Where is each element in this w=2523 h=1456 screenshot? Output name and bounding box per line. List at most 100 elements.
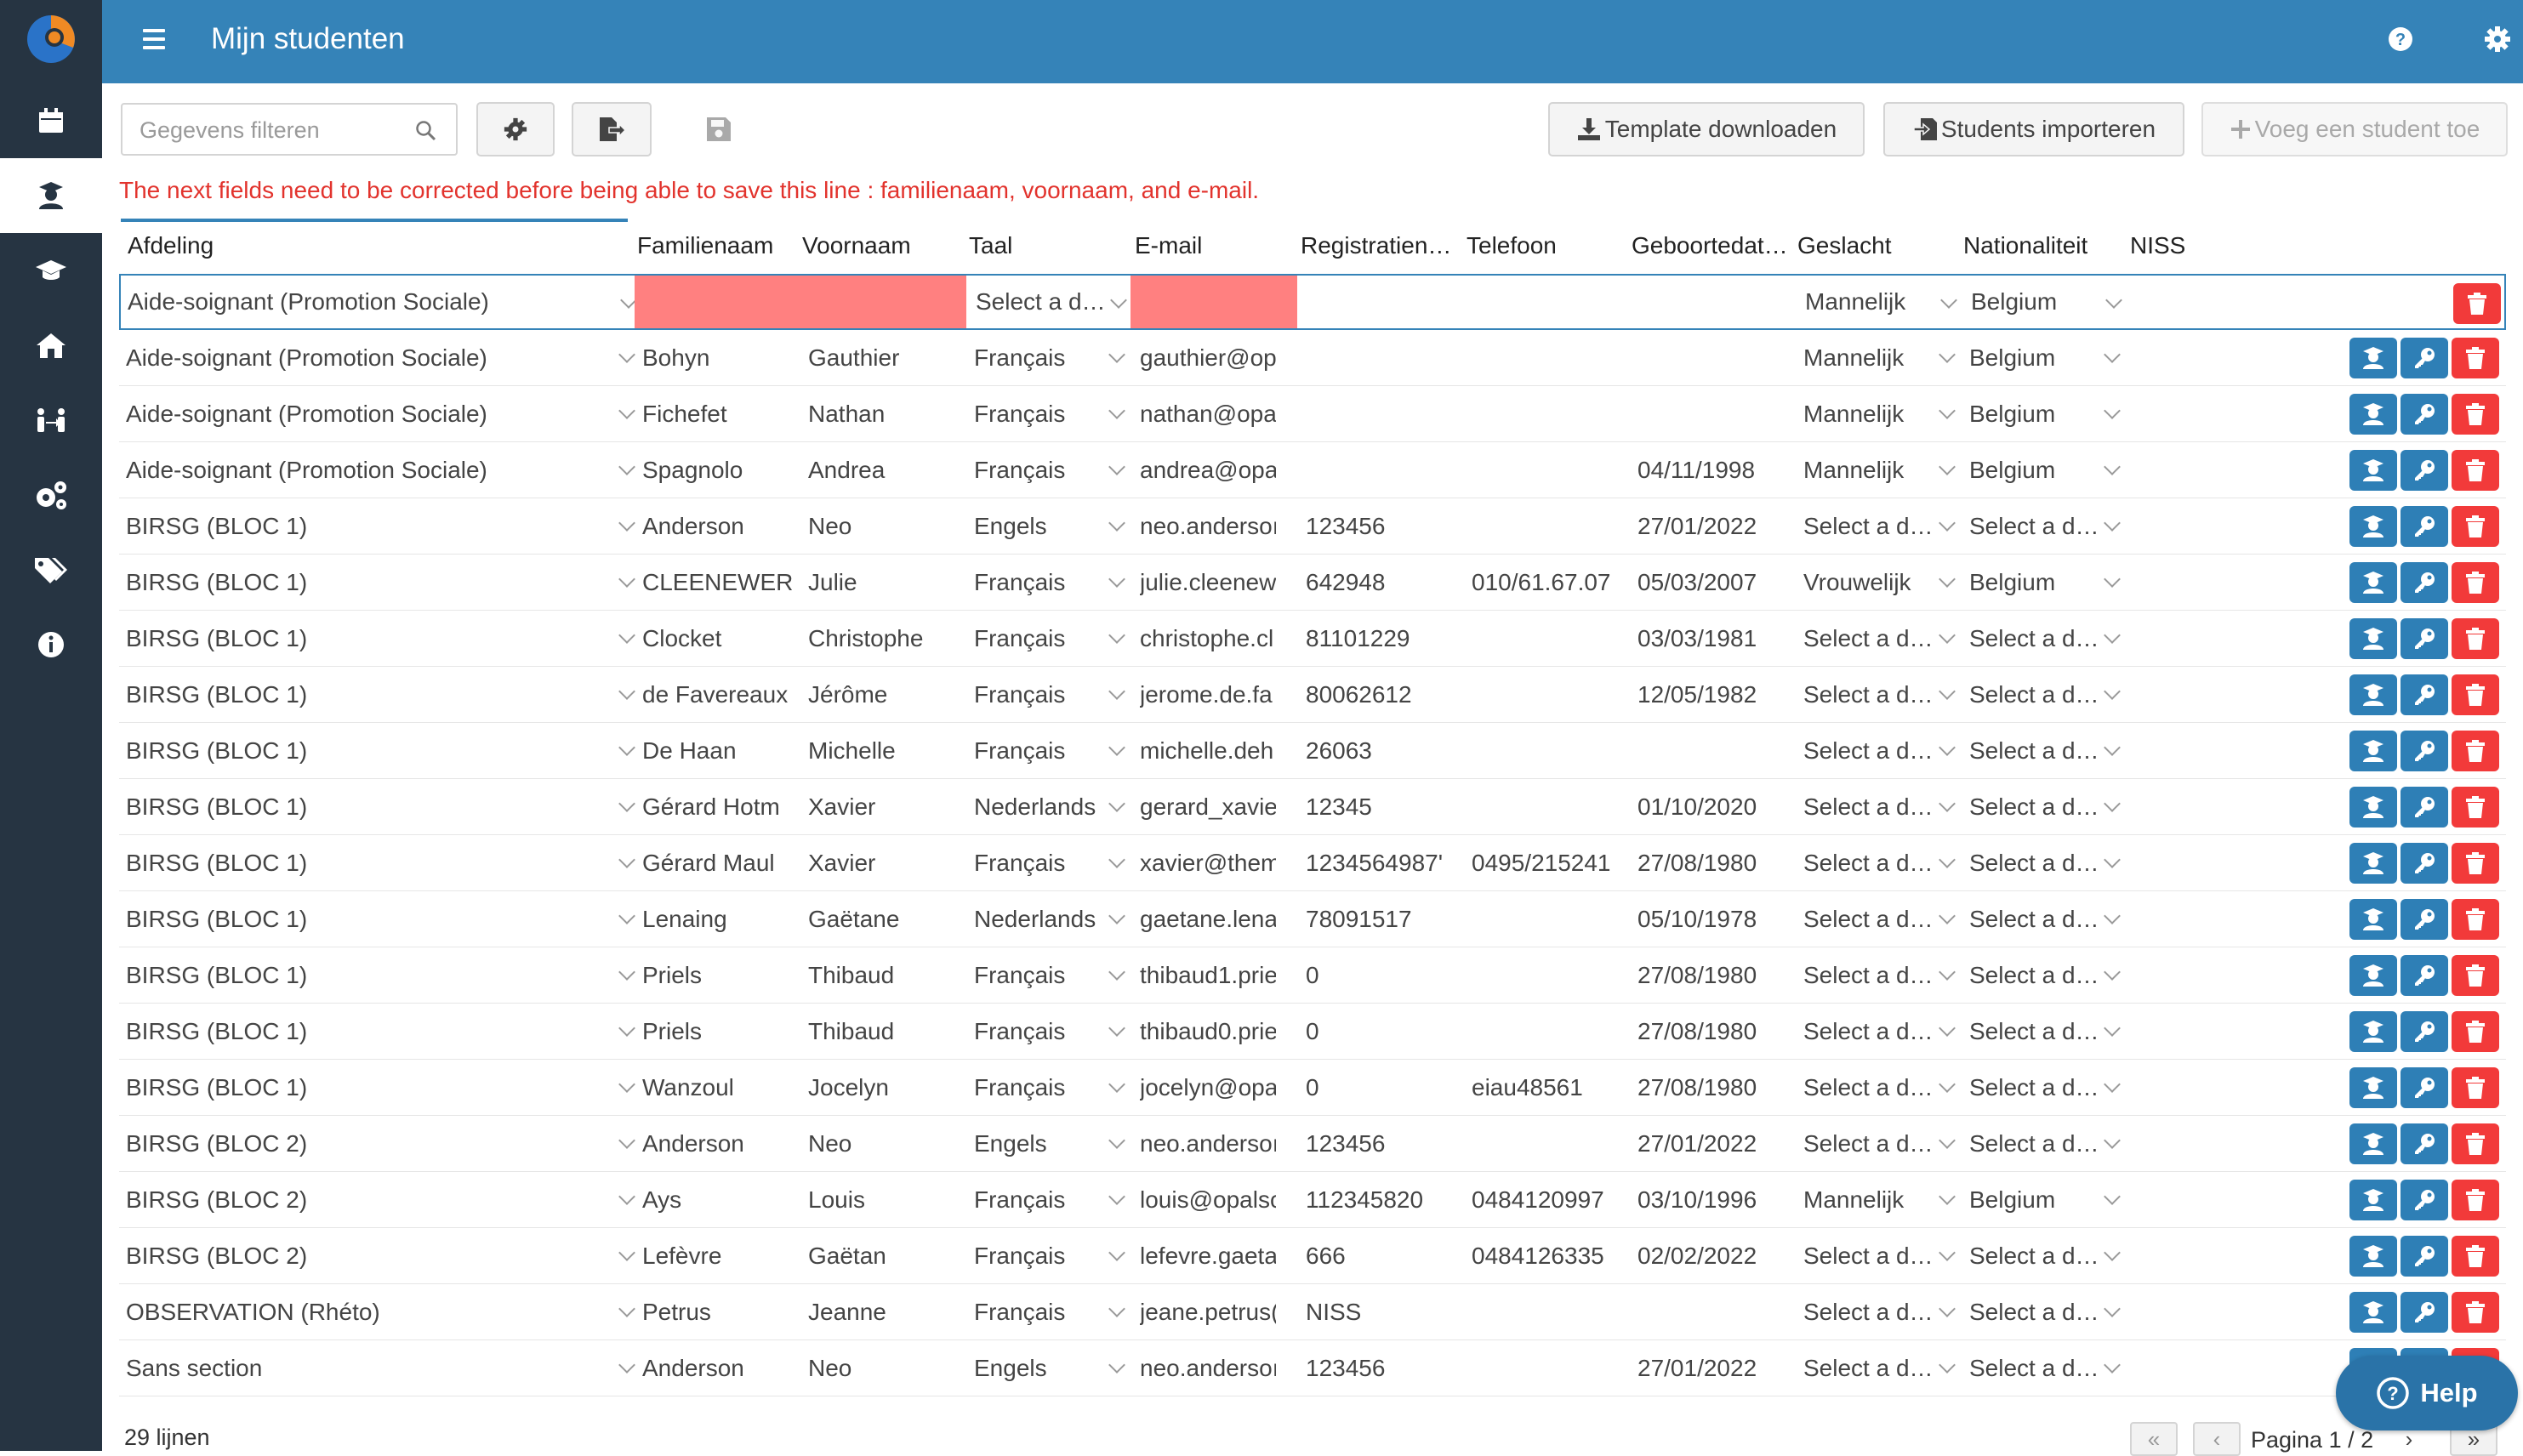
cell-department[interactable]: BIRSG (BLOC 1) <box>126 1004 602 1059</box>
cell-department[interactable]: BIRSG (BLOC 1) <box>126 611 602 666</box>
chevron-down-icon[interactable] <box>2104 571 2121 588</box>
student-profile-button[interactable] <box>2349 674 2397 715</box>
delete-button[interactable] <box>2452 1180 2499 1220</box>
table-row[interactable]: Aide-soignant (Promotion Sociale) Spagnol… <box>119 442 2506 498</box>
chevron-down-icon[interactable] <box>1939 1244 1956 1261</box>
cell-language[interactable]: Français <box>974 1060 1110 1115</box>
student-profile-button[interactable] <box>2349 787 2397 828</box>
cell-nationality[interactable]: Select a d… <box>1969 667 2097 722</box>
table-row[interactable]: Aide-soignant (Promotion Sociale) Fichefe… <box>119 386 2506 442</box>
invalid-field-email[interactable] <box>1131 276 1297 328</box>
cell-nationality[interactable]: Select a d… <box>1969 1284 2097 1339</box>
chevron-down-icon[interactable] <box>1939 739 1956 756</box>
chevron-down-icon[interactable] <box>618 964 635 981</box>
chevron-down-icon[interactable] <box>1939 1300 1956 1317</box>
chevron-down-icon[interactable] <box>1939 964 1956 981</box>
student-profile-button[interactable] <box>2349 618 2397 659</box>
reset-password-button[interactable] <box>2401 618 2448 659</box>
column-header-birthdate[interactable]: Geboortedat… <box>1632 232 1788 259</box>
delete-button[interactable] <box>2452 955 2499 996</box>
column-header-last-name[interactable]: Familienaam <box>637 232 773 259</box>
table-row[interactable]: BIRSG (BLOC 2) Ays Louis Français louis@opal… <box>119 1172 2506 1228</box>
delete-button[interactable] <box>2452 450 2499 491</box>
cell-gender[interactable]: Select a d… <box>1803 667 1931 722</box>
sidebar-item-calendar[interactable] <box>0 83 102 158</box>
chevron-down-icon[interactable] <box>1108 1020 1125 1037</box>
cell-department[interactable]: BIRSG (BLOC 1) <box>126 555 602 610</box>
cell-department[interactable]: BIRSG (BLOC 1) <box>126 835 602 890</box>
chevron-down-icon[interactable] <box>2104 627 2121 644</box>
cell-department[interactable]: Sans section <box>126 1340 602 1396</box>
chevron-down-icon[interactable] <box>2104 515 2121 532</box>
student-profile-button[interactable] <box>2349 731 2397 771</box>
delete-button[interactable] <box>2452 1123 2499 1164</box>
table-row[interactable]: BIRSG (BLOC 1) CLEENEWER Julie Français juli… <box>119 555 2506 611</box>
reset-password-button[interactable] <box>2401 787 2448 828</box>
chevron-down-icon[interactable] <box>2105 292 2122 309</box>
chevron-down-icon[interactable] <box>618 1132 635 1149</box>
delete-button[interactable] <box>2452 1067 2499 1108</box>
cell-language[interactable]: Français <box>974 723 1110 778</box>
chevron-down-icon[interactable] <box>2104 1244 2121 1261</box>
reset-password-button[interactable] <box>2401 1067 2448 1108</box>
chevron-down-icon[interactable] <box>1108 795 1125 812</box>
chevron-down-icon[interactable] <box>1108 851 1125 868</box>
cell-gender[interactable]: Select a d… <box>1803 1116 1931 1171</box>
chevron-down-icon[interactable] <box>1108 1076 1125 1093</box>
table-row[interactable]: BIRSG (BLOC 1) Priels Thibaud Français thiba… <box>119 1004 2506 1060</box>
chevron-down-icon[interactable] <box>1939 1020 1956 1037</box>
app-logo[interactable] <box>0 0 102 83</box>
gear-icon[interactable] <box>2482 24 2513 54</box>
cell-nationality[interactable]: Belgium <box>1969 555 2097 610</box>
cell-gender[interactable]: Select a d… <box>1803 1340 1931 1396</box>
chevron-down-icon[interactable] <box>1939 458 1956 475</box>
table-row[interactable]: BIRSG (BLOC 1) Anderson Neo Engels neo.ander… <box>119 498 2506 555</box>
chevron-down-icon[interactable] <box>618 627 635 644</box>
cell-language[interactable]: Français <box>974 386 1110 441</box>
cell-nationality[interactable]: Select a d… <box>1969 891 2097 947</box>
cell-gender[interactable]: Mannelijk <box>1803 330 1931 385</box>
cell-language[interactable]: Nederlands <box>974 779 1110 834</box>
cell-language[interactable]: Français <box>974 667 1110 722</box>
reset-password-button[interactable] <box>2401 843 2448 884</box>
delete-button[interactable] <box>2452 843 2499 884</box>
chevron-down-icon[interactable] <box>1108 1132 1125 1149</box>
invalid-field-first-name[interactable] <box>800 276 966 328</box>
menu-icon[interactable] <box>143 24 174 54</box>
chevron-down-icon[interactable] <box>618 1020 635 1037</box>
cell-nationality[interactable]: Select a d… <box>1969 835 2097 890</box>
table-row[interactable]: BIRSG (BLOC 1) Gérard Hotm Xavier Nederland… <box>119 779 2506 835</box>
delete-button[interactable] <box>2452 1292 2499 1333</box>
chevron-down-icon[interactable] <box>2104 739 2121 756</box>
chevron-down-icon[interactable] <box>1939 346 1956 363</box>
chevron-down-icon[interactable] <box>1108 627 1125 644</box>
cell-department[interactable]: BIRSG (BLOC 1) <box>126 1060 602 1115</box>
reset-password-button[interactable] <box>2401 955 2448 996</box>
chevron-down-icon[interactable] <box>1108 346 1125 363</box>
chevron-down-icon[interactable] <box>2104 851 2121 868</box>
cell-nationality[interactable]: Select a d… <box>1969 1116 2097 1171</box>
sidebar-item-school[interactable] <box>0 308 102 383</box>
help-button[interactable]: ? Help <box>2336 1356 2518 1430</box>
export-button[interactable] <box>572 102 652 156</box>
sidebar-item-settings[interactable] <box>0 458 102 532</box>
chevron-down-icon[interactable] <box>1108 515 1125 532</box>
chevron-down-icon[interactable] <box>1108 402 1125 419</box>
cell-nationality[interactable]: Select a d… <box>1969 1060 2097 1115</box>
cell-gender[interactable]: Select a d… <box>1803 1060 1931 1115</box>
column-header-nationality[interactable]: Nationaliteit <box>1963 232 2087 259</box>
settings-button[interactable] <box>476 102 555 156</box>
chevron-down-icon[interactable] <box>618 1300 635 1317</box>
filter-input[interactable] <box>140 115 395 145</box>
table-row[interactable]: OBSERVATION (Rhéto) Petrus Jeanne Français j… <box>119 1284 2506 1340</box>
chevron-down-icon[interactable] <box>2104 458 2121 475</box>
cell-gender[interactable]: Select a d… <box>1803 1004 1931 1059</box>
cell-department[interactable]: OBSERVATION (Rhéto) <box>126 1284 602 1339</box>
chevron-down-icon[interactable] <box>1939 907 1956 924</box>
chevron-down-icon[interactable] <box>1939 1356 1956 1374</box>
chevron-down-icon[interactable] <box>1110 292 1127 309</box>
cell-gender[interactable]: Mannelijk <box>1803 442 1931 498</box>
reset-password-button[interactable] <box>2401 562 2448 603</box>
chevron-down-icon[interactable] <box>2104 1076 2121 1093</box>
reset-password-button[interactable] <box>2401 731 2448 771</box>
